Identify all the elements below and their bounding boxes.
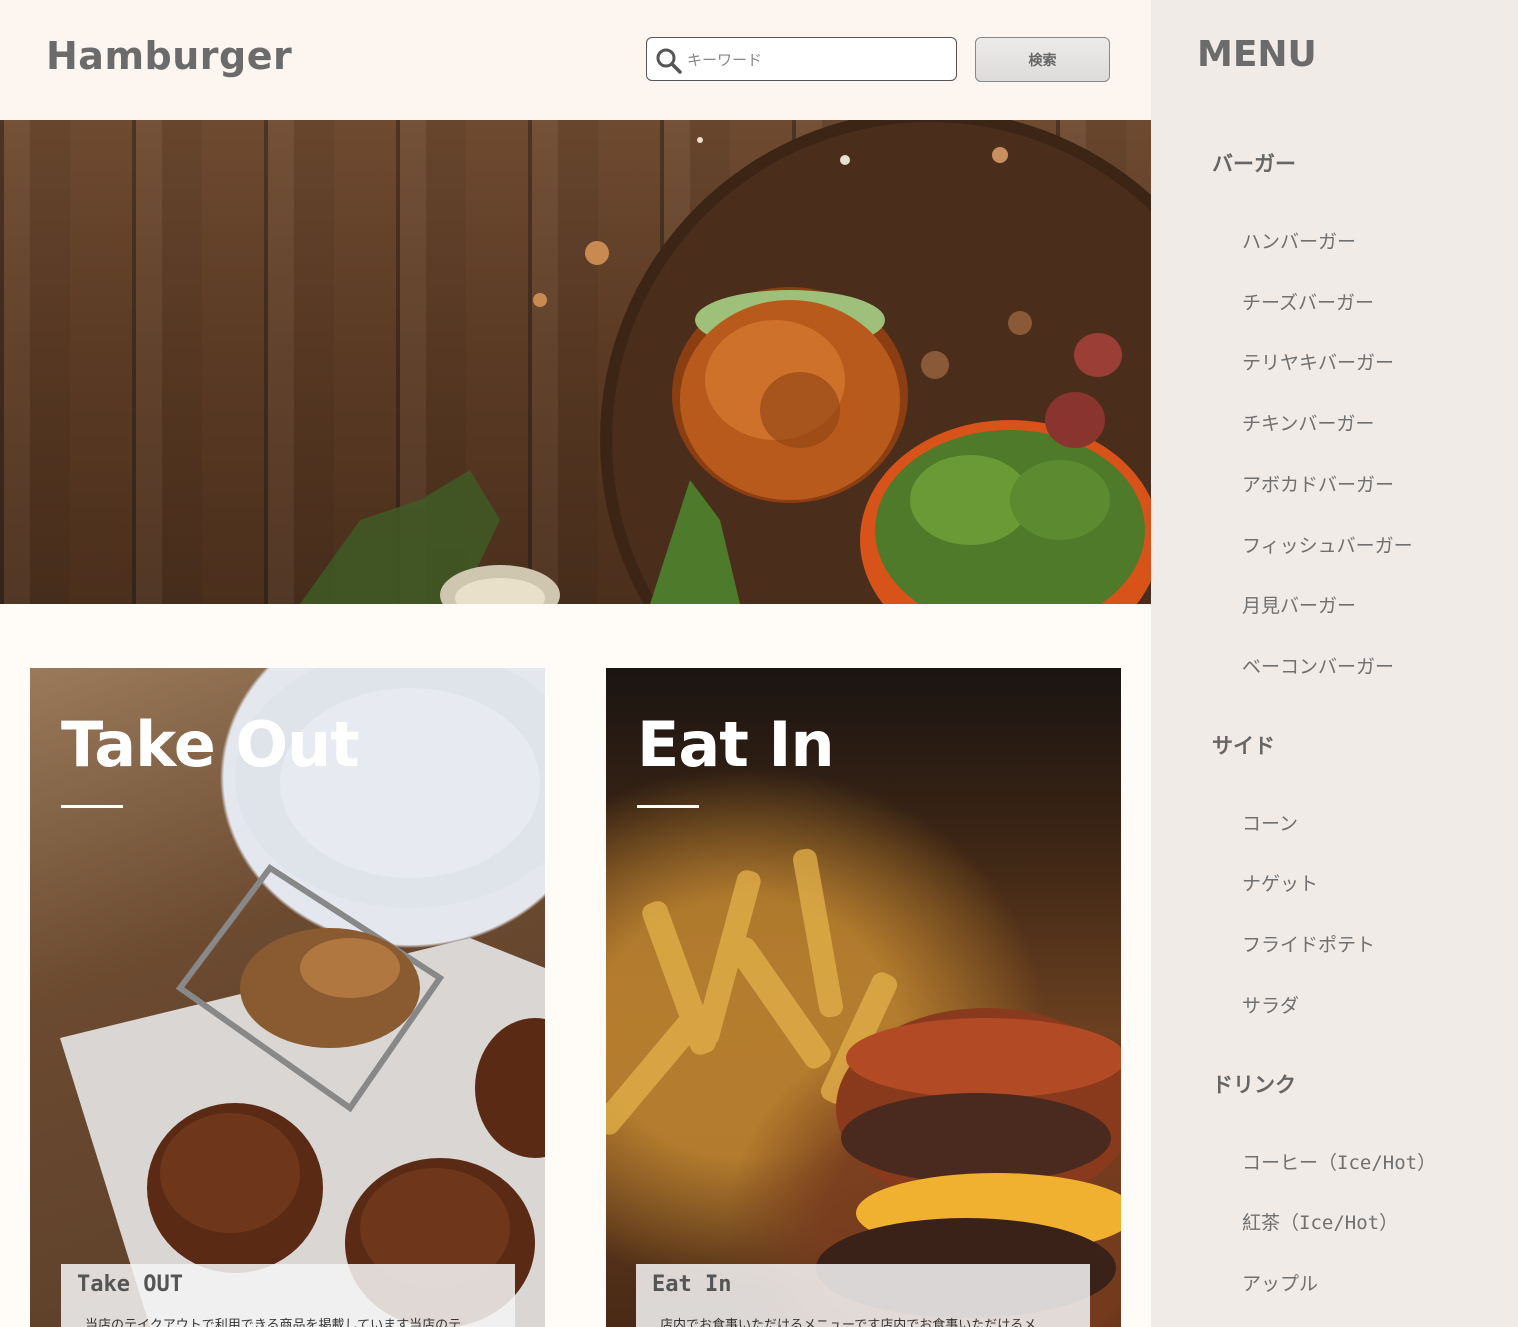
menu-sidebar: MENU バーガー ハンバーガー チーズバーガー テリヤキバーガー チキンバーガ… xyxy=(1151,0,1518,1327)
takeout-info-panel: Take OUT 当店のテイクアウトで利用できる商品を掲載しています当店のテ xyxy=(61,1264,515,1327)
menu-item-fries[interactable]: フライドポテト xyxy=(1242,930,1375,957)
category-side: サイド xyxy=(1212,734,1275,758)
menu-title: MENU xyxy=(1197,34,1317,75)
menu-item-corn[interactable]: コーン xyxy=(1242,809,1298,836)
menu-item-coffee[interactable]: コーヒー（Ice/Hot） xyxy=(1242,1148,1436,1175)
menu-item-tsukimi-burger[interactable]: 月見バーガー xyxy=(1242,591,1356,618)
hero-image xyxy=(0,120,1151,604)
menu-item-salad[interactable]: サラダ xyxy=(1242,991,1299,1018)
site-header: Hamburger 検索 xyxy=(0,0,1151,120)
search-icon xyxy=(656,48,682,74)
menu-item-nuggets[interactable]: ナゲット xyxy=(1242,869,1318,896)
takeout-title-underline xyxy=(61,805,123,808)
takeout-card[interactable]: Take Out Take OUT 当店のテイクアウトで利用できる商品を掲載して… xyxy=(30,668,545,1327)
search-button[interactable]: 検索 xyxy=(975,37,1110,82)
menu-item-hamburger[interactable]: ハンバーガー xyxy=(1242,227,1356,254)
eatin-info-panel: Eat In 店内でお食事いただけるメニューです店内でお食事いただけるメ xyxy=(636,1264,1090,1327)
eatin-card[interactable]: Eat In Eat In 店内でお食事いただけるメニューです店内でお食事いただ… xyxy=(606,668,1121,1327)
menu-item-fish-burger[interactable]: フィッシュバーガー xyxy=(1242,531,1413,558)
menu-item-chicken-burger[interactable]: チキンバーガー xyxy=(1242,409,1374,436)
menu-item-avocado-burger[interactable]: アボカドバーガー xyxy=(1242,470,1394,497)
eatin-panel-heading: Eat In xyxy=(652,1272,732,1297)
takeout-panel-heading: Take OUT xyxy=(77,1272,183,1297)
search-box[interactable] xyxy=(646,37,957,81)
category-drink: ドリンク xyxy=(1212,1073,1296,1097)
eatin-title: Eat In xyxy=(637,708,835,781)
takeout-panel-text: 当店のテイクアウトで利用できる商品を掲載しています当店のテ xyxy=(85,1318,462,1327)
eatin-panel-text: 店内でお食事いただけるメニューです店内でお食事いただけるメ xyxy=(660,1318,1037,1327)
eatin-title-underline xyxy=(637,805,699,808)
site-logo[interactable]: Hamburger xyxy=(46,34,292,78)
menu-item-apple[interactable]: アップル xyxy=(1242,1269,1318,1296)
menu-item-cheeseburger[interactable]: チーズバーガー xyxy=(1242,288,1374,315)
search-input[interactable] xyxy=(685,46,949,74)
takeout-title: Take Out xyxy=(61,708,360,781)
category-burger: バーガー xyxy=(1212,152,1296,176)
menu-item-tea[interactable]: 紅茶（Ice/Hot） xyxy=(1242,1208,1398,1235)
menu-item-teriyaki-burger[interactable]: テリヤキバーガー xyxy=(1242,348,1394,375)
menu-item-bacon-burger[interactable]: ベーコンバーガー xyxy=(1242,652,1394,679)
